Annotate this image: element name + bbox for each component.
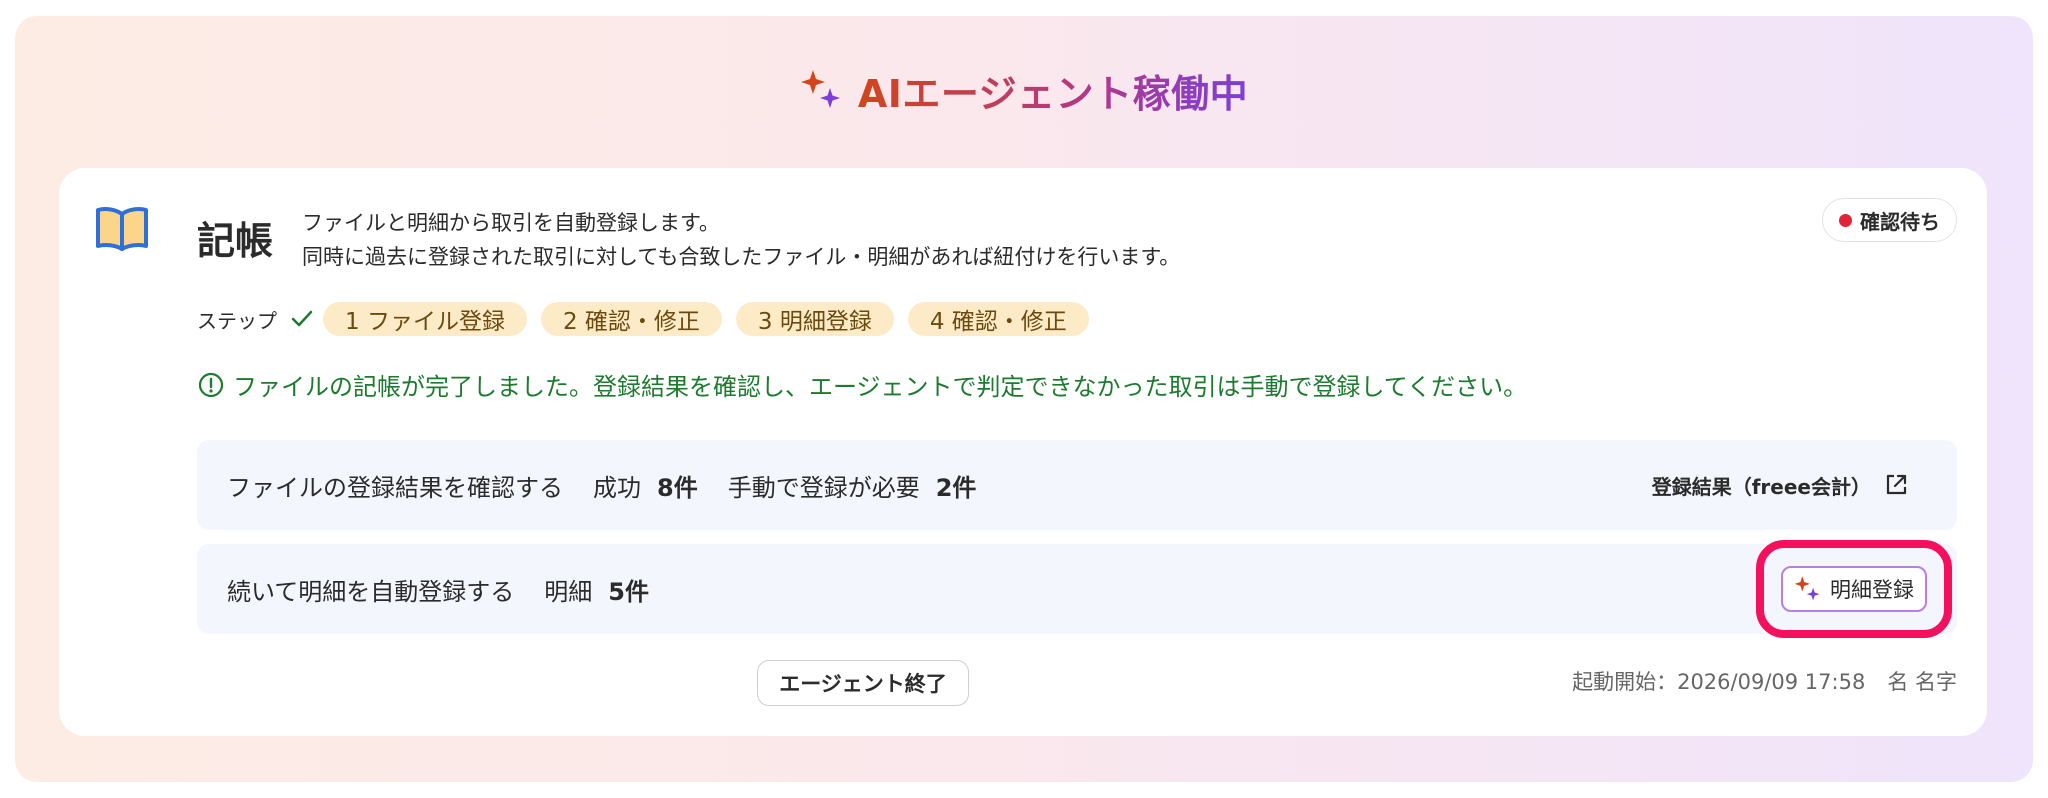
step-3-pill: 3 明細登録 xyxy=(735,302,894,336)
statement-registration-label: 続いて明細を自動登録する xyxy=(227,577,515,606)
status-label: 確認待ち xyxy=(1860,209,1940,234)
notice-text: ファイルの記帳が完了しました。登録結果を確認し、エージェントで判定できなかった取… xyxy=(233,373,1528,401)
statement-register-button-label: 明細登録 xyxy=(1830,579,1914,602)
check-icon xyxy=(291,310,313,327)
step-indicator: ステップ 1 ファイル登録 2 確認・修正 3 明細登録 4 確認・修正 xyxy=(197,302,1103,336)
status-badge: 確認待ち xyxy=(1822,198,1957,242)
sparkle-icon xyxy=(800,70,840,108)
bookkeeping-card: 記帳 ファイルと明細から取引を自動登録します。 同時に過去に登録された取引に対し… xyxy=(59,168,1987,736)
file-result-row: ファイルの登録結果を確認する 成功 8件 手動で登録が必要 2件 登録結果（fr… xyxy=(197,440,1957,530)
info-circle-icon xyxy=(198,372,224,397)
steps-label: ステップ xyxy=(197,308,277,333)
manual-count: 2件 xyxy=(935,473,977,502)
file-result-label: ファイルの登録結果を確認する xyxy=(227,473,563,502)
completion-notice: ファイルの記帳が完了しました。登録結果を確認し、エージェントで判定できなかった取… xyxy=(197,367,1527,402)
statement-count: 5件 xyxy=(608,577,649,606)
step-4-pill: 4 確認・修正 xyxy=(907,302,1089,336)
registration-result-link-label: 登録結果（freee会計） xyxy=(1651,474,1871,499)
manual-label: 手動で登録が必要 xyxy=(727,473,920,502)
sparkle-icon xyxy=(1794,576,1820,601)
external-link-icon xyxy=(1886,474,1907,495)
status-dot-icon xyxy=(1839,213,1852,227)
success-count: 8件 xyxy=(657,473,698,502)
started-at: 起動開始：2026/09/09 17:58 xyxy=(1572,670,1866,694)
run-meta: 起動開始：2026/09/09 17:58 名 名字 xyxy=(1572,666,1957,696)
success-label: 成功 xyxy=(593,473,641,502)
step-1-pill: 1 ファイル登録 xyxy=(323,302,527,336)
end-agent-button[interactable]: エージェント終了 xyxy=(757,660,969,706)
open-book-icon xyxy=(96,207,148,251)
statement-label: 明細 xyxy=(544,577,593,606)
statement-register-button[interactable]: 明細登録 xyxy=(1781,566,1927,612)
description-line: ファイルと明細から取引を自動登録します。 xyxy=(302,211,720,235)
agent-status-header: AIエージェント稼働中 xyxy=(0,60,2048,120)
section-title: 記帳 xyxy=(197,219,274,263)
registration-result-link[interactable]: 登録結果（freee会計） xyxy=(1652,471,1909,500)
page-title: AIエージェント稼働中 xyxy=(858,63,1248,118)
section-description: ファイルと明細から取引を自動登録します。 同時に過去に登録された取引に対しても合… xyxy=(302,206,1180,274)
step-2-pill: 2 確認・修正 xyxy=(540,302,722,336)
description-line: 同時に過去に登録された取引に対しても合致したファイル・明細があれば紐付けを行いま… xyxy=(302,245,1181,269)
statement-registration-row: 続いて明細を自動登録する 明細 5件 xyxy=(197,544,1957,634)
user-name: 名 名字 xyxy=(1887,670,1957,694)
